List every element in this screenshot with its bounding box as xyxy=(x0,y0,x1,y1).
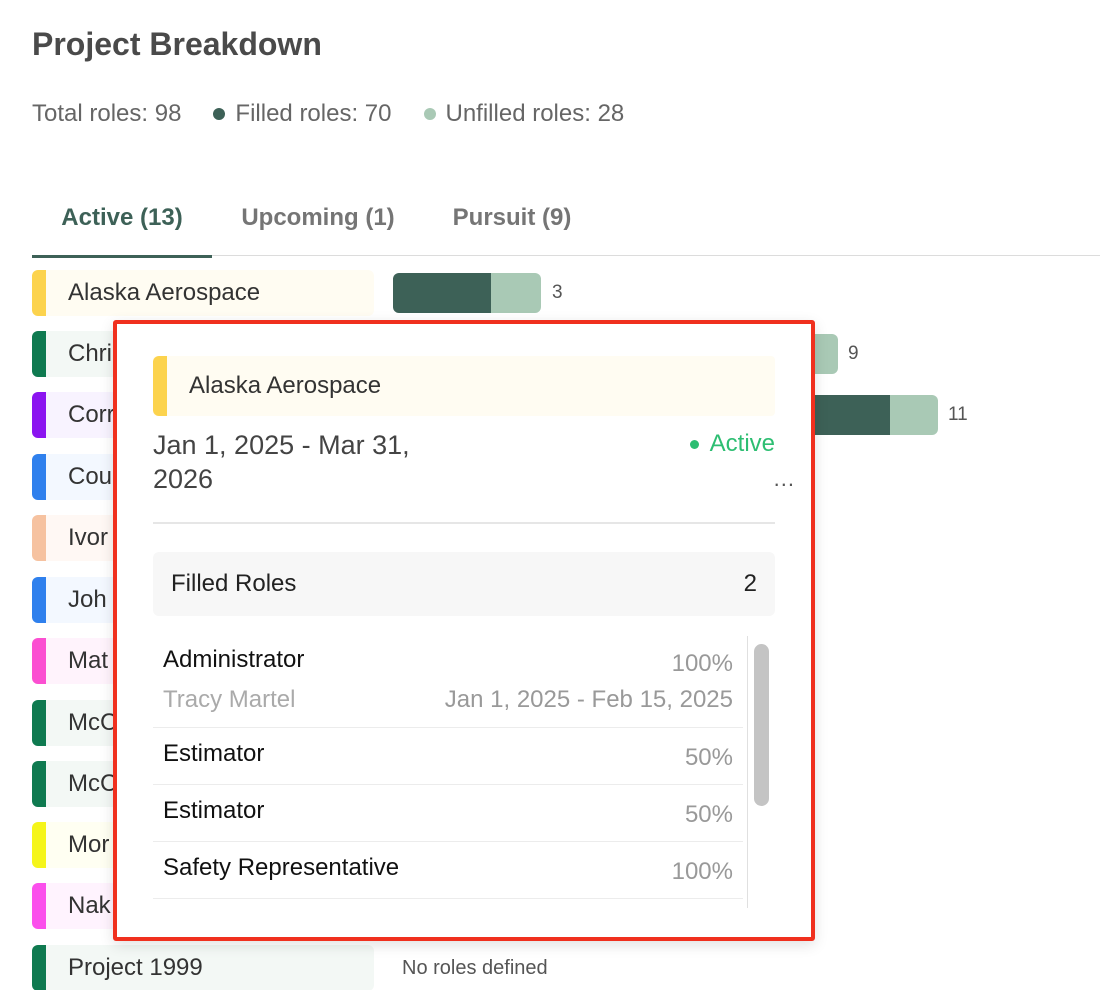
role-percent: 50% xyxy=(684,744,733,771)
filled-roles-label: Filled Roles xyxy=(171,570,297,597)
project-details-popup: Alaska Aerospace Jan 1, 2025 - Mar 31, 2… xyxy=(113,320,815,941)
role-percent: 100% xyxy=(671,650,733,677)
project-color-stripe xyxy=(32,454,46,500)
role-name: Administrator xyxy=(163,646,305,673)
status-dot-icon xyxy=(689,439,699,449)
project-color-stripe xyxy=(32,515,46,561)
role-count: 9 xyxy=(848,343,859,364)
role-item[interactable]: Safety Representative 100% xyxy=(153,842,743,899)
project-color-stripe xyxy=(32,945,46,990)
scrollbar-thumb[interactable] xyxy=(754,644,769,806)
unfilled-legend-dot xyxy=(423,108,436,120)
filled-legend-dot xyxy=(213,108,226,120)
filled-segment xyxy=(393,273,491,313)
more-options-icon[interactable]: ... xyxy=(774,466,795,492)
role-dates: Jan 1, 2025 - Feb 15, 2025 xyxy=(444,686,733,713)
roles-scrollbar[interactable] xyxy=(747,636,775,908)
divider xyxy=(153,522,775,524)
roles-list-container: Administrator 100% Tracy Martel Jan 1, 2… xyxy=(153,636,775,908)
role-name: Estimator xyxy=(163,797,265,824)
unfilled-roles-text: Unfilled roles: 28 xyxy=(445,100,625,127)
role-name: Safety Representative xyxy=(163,854,400,881)
project-name[interactable]: Alaska Aerospace xyxy=(46,270,374,316)
no-roles-text: No roles defined xyxy=(402,956,548,979)
role-person: Tracy Martel xyxy=(163,686,296,713)
unfilled-segment xyxy=(812,334,838,374)
role-name: Estimator xyxy=(163,740,265,767)
roles-bar[interactable] xyxy=(393,273,541,313)
project-color-stripe xyxy=(32,883,46,929)
project-color-stripe xyxy=(32,331,46,377)
project-row[interactable]: Project 1999 No roles defined xyxy=(32,945,1082,990)
popup-project-header: Alaska Aerospace xyxy=(153,356,775,416)
tab-pursuit[interactable]: Pursuit (9) xyxy=(442,180,582,256)
project-color-stripe xyxy=(32,761,46,807)
project-color-stripe xyxy=(32,270,46,316)
popup-color-stripe xyxy=(153,356,167,416)
popup-project-name: Alaska Aerospace xyxy=(189,372,382,399)
project-color-stripe xyxy=(32,638,46,684)
page-title: Project Breakdown xyxy=(32,26,322,62)
role-count: 11 xyxy=(948,404,968,425)
role-percent: 100% xyxy=(671,858,733,885)
total-roles-text: Total roles: 98 xyxy=(32,100,182,127)
unfilled-segment xyxy=(491,273,541,313)
project-color-stripe xyxy=(32,822,46,868)
filled-roles-count: 2 xyxy=(743,570,757,597)
role-count: 3 xyxy=(552,282,563,303)
role-percent: 50% xyxy=(684,801,733,828)
project-color-stripe xyxy=(32,577,46,623)
project-name[interactable]: Project 1999 xyxy=(46,945,374,990)
roles-summary: Total roles: 98 Filled roles: 70 Unfille… xyxy=(32,100,624,128)
status-label: Active xyxy=(709,430,775,457)
filled-roles-header: Filled Roles 2 xyxy=(153,552,775,616)
unfilled-segment xyxy=(890,395,938,435)
popup-project-dates: Jan 1, 2025 - Mar 31, 2026 xyxy=(153,430,410,494)
tab-active[interactable]: Active (13) xyxy=(32,180,212,258)
project-color-stripe xyxy=(32,700,46,746)
tab-upcoming[interactable]: Upcoming (1) xyxy=(228,180,408,256)
role-item[interactable]: Estimator 50% xyxy=(153,728,743,785)
role-item[interactable]: Administrator 100% Tracy Martel Jan 1, 2… xyxy=(153,636,743,728)
tab-bar: Active (13) Upcoming (1) Pursuit (9) xyxy=(32,180,1100,258)
project-color-stripe xyxy=(32,392,46,438)
project-row[interactable]: Alaska Aerospace 3 xyxy=(32,270,1082,318)
role-item[interactable]: Estimator 50% xyxy=(153,785,743,842)
filled-roles-text: Filled roles: 70 xyxy=(235,100,392,127)
roles-list: Administrator 100% Tracy Martel Jan 1, 2… xyxy=(153,636,743,899)
status-badge: Active xyxy=(689,430,775,458)
